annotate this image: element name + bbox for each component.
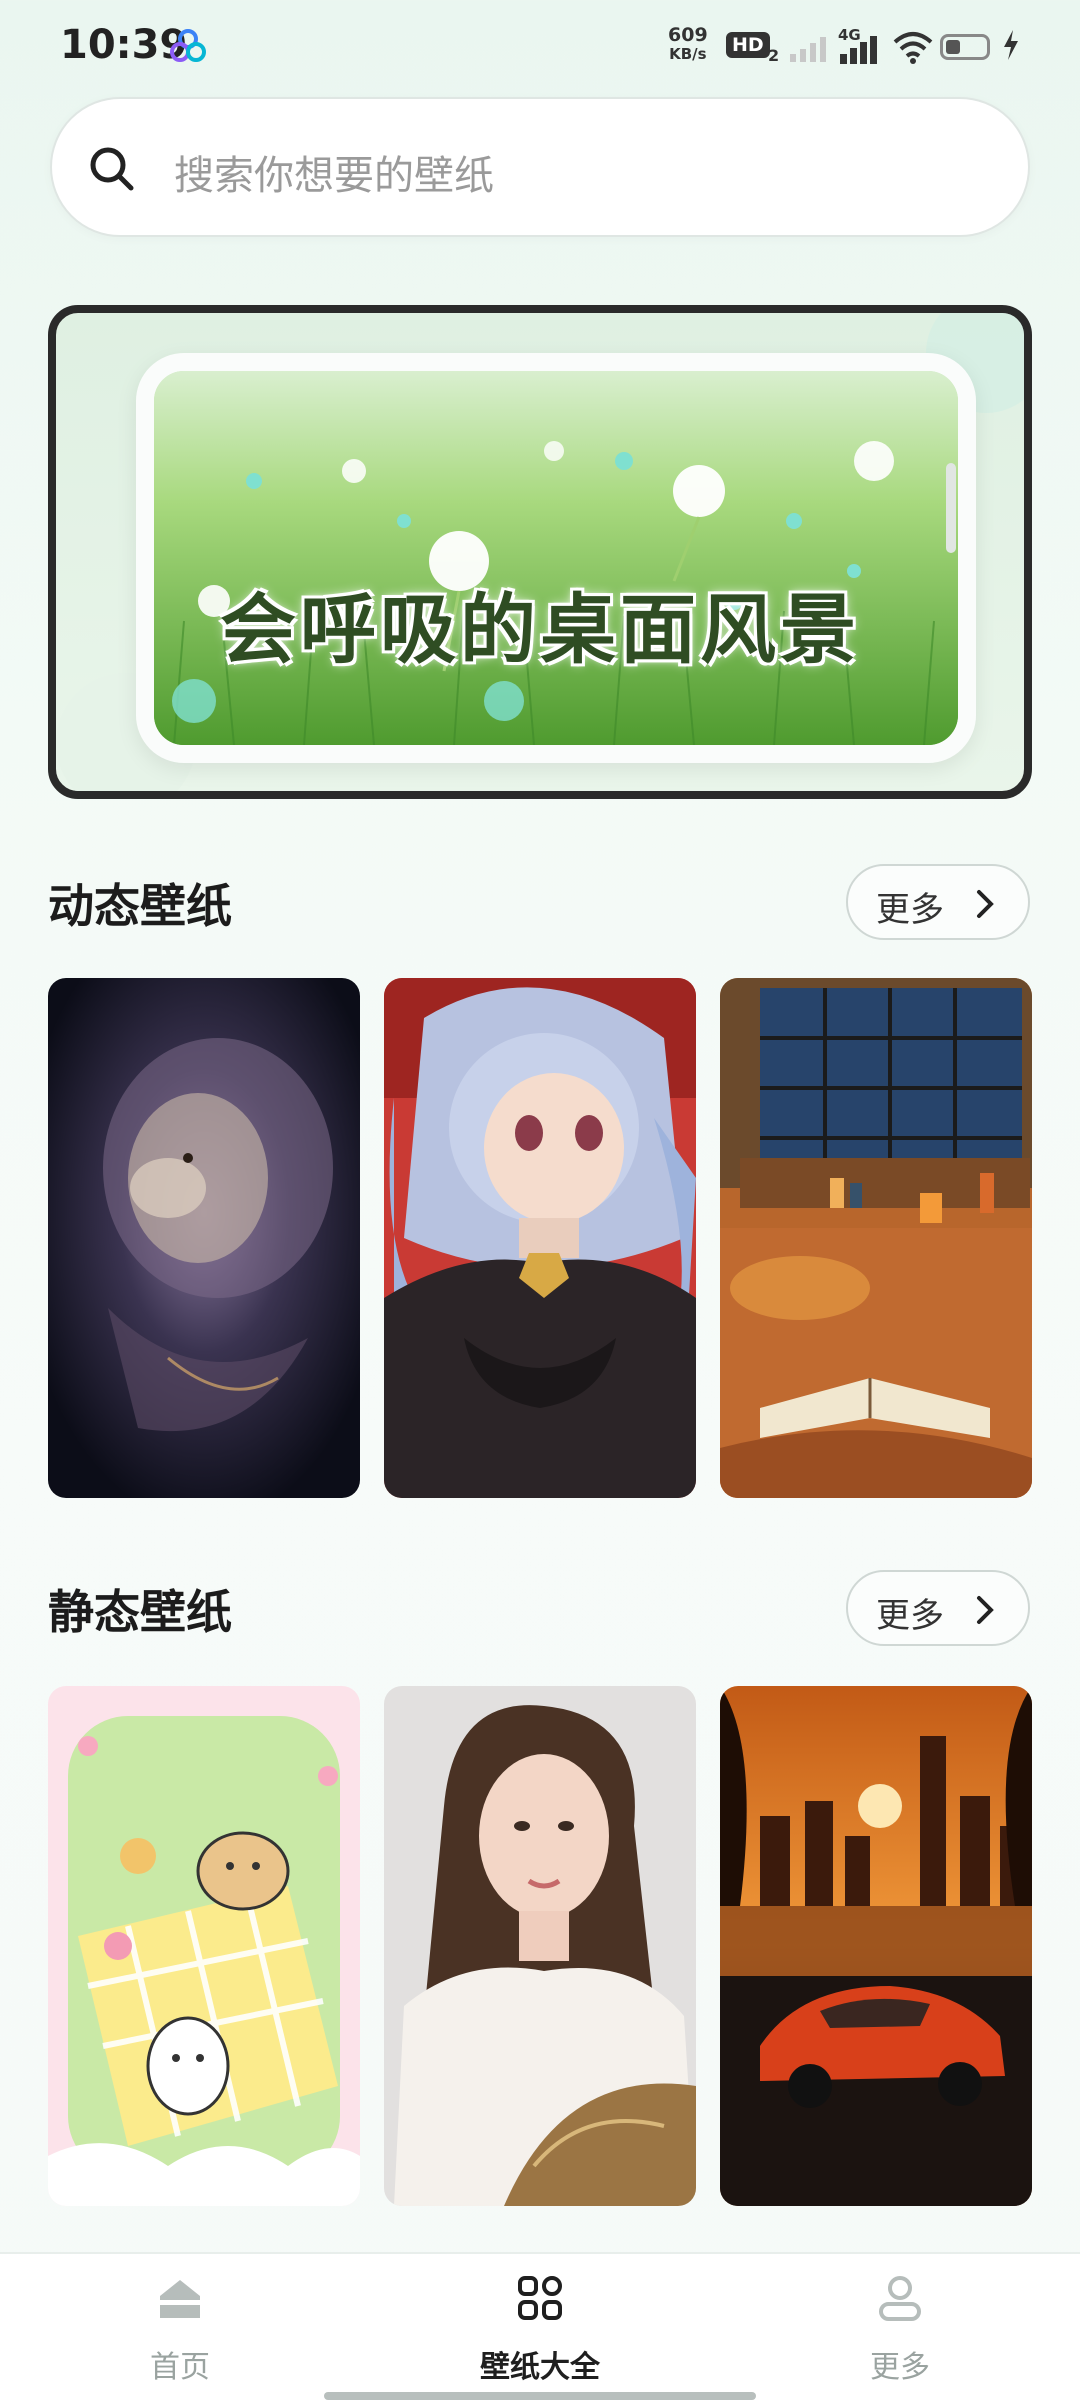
more-button-label: 更多 xyxy=(876,1596,944,1636)
status-time: 10:39 xyxy=(60,22,188,68)
chevron-right-icon xyxy=(977,890,994,918)
search-icon xyxy=(90,147,134,191)
network-speed: 609 KB/s xyxy=(668,24,708,64)
more-button-dynamic[interactable]: 更多 xyxy=(846,864,1030,940)
nav-tab-wallpapers[interactable]: 壁纸大全 xyxy=(440,2254,640,2385)
bottom-navigation: 首页 壁纸大全 更多 xyxy=(0,2252,1080,2406)
wallpaper-card-picnic[interactable] xyxy=(48,1686,360,2206)
charging-icon xyxy=(1004,30,1018,60)
featured-banner[interactable]: 会呼吸的桌面风景 xyxy=(48,305,1032,799)
home-indicator[interactable] xyxy=(324,2392,756,2400)
phone-side-button xyxy=(946,463,956,553)
nav-tab-home[interactable]: 首页 xyxy=(80,2254,280,2385)
app-notification-icon xyxy=(170,29,206,62)
portrait-wallpaper-image xyxy=(384,1686,696,2206)
nav-tab-more[interactable]: 更多 xyxy=(800,2254,1000,2385)
more-button-label: 更多 xyxy=(876,890,944,930)
anime-girl-wallpaper-image xyxy=(384,978,696,1498)
wifi-icon xyxy=(893,32,933,64)
wallpaper-card-lion[interactable] xyxy=(48,978,360,1498)
wallpaper-card-reading-room[interactable] xyxy=(720,978,1032,1498)
search-placeholder: 搜索你想要的壁纸 xyxy=(174,153,494,199)
hd-sub: 2 xyxy=(768,46,780,65)
section-title-dynamic: 动态壁纸 xyxy=(48,879,232,933)
person-icon xyxy=(879,2276,921,2321)
more-button-static[interactable]: 更多 xyxy=(846,1570,1030,1646)
home-icon xyxy=(160,2280,200,2318)
hd-badge: HD xyxy=(726,32,770,58)
battery-icon xyxy=(940,34,990,60)
wallpaper-card-portrait[interactable] xyxy=(384,1686,696,2206)
chevron-right-icon xyxy=(977,1596,994,1624)
nav-tab-label: 更多 xyxy=(870,2350,930,2385)
wallpaper-card-anime-girl[interactable] xyxy=(384,978,696,1498)
nav-tab-label: 壁纸大全 xyxy=(480,2350,600,2385)
wallpaper-card-city-car[interactable] xyxy=(720,1686,1032,2206)
nav-tab-label: 首页 xyxy=(150,2350,210,2385)
meadow-illustration xyxy=(154,371,958,745)
city-car-wallpaper-image xyxy=(720,1686,1032,2206)
banner-phone-mockup xyxy=(136,353,976,763)
signal-sim2-icon xyxy=(840,36,877,64)
grid-icon xyxy=(518,2276,562,2320)
search-bar[interactable]: 搜索你想要的壁纸 xyxy=(50,97,1030,237)
signal-sim1-icon xyxy=(790,37,826,62)
banner-title: 会呼吸的桌面风景 xyxy=(220,585,860,674)
status-bar: 10:39 609 KB/s HD 2 4G xyxy=(0,0,1080,96)
reading-room-wallpaper-image xyxy=(720,978,1032,1498)
picnic-wallpaper-image xyxy=(48,1686,360,2206)
section-title-static: 静态壁纸 xyxy=(48,1585,232,1639)
lion-wallpaper-image xyxy=(48,978,360,1498)
